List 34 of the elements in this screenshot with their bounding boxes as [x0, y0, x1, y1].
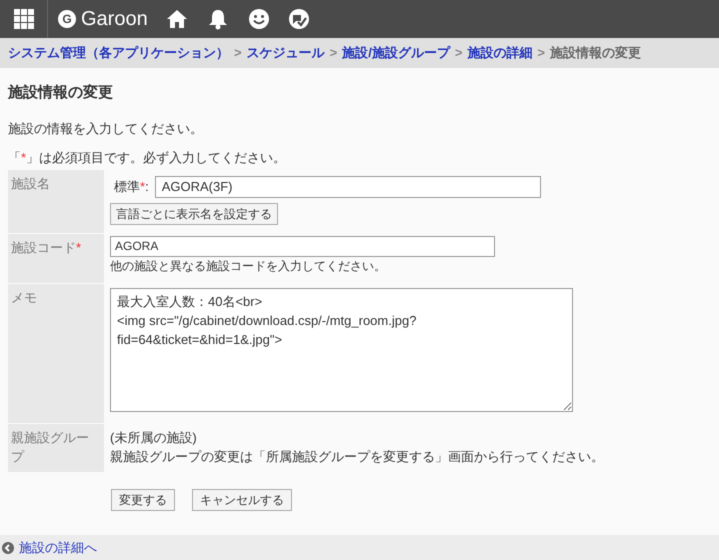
field-label: 親施設グループ	[11, 430, 89, 464]
sub-label: 標準*:	[114, 178, 149, 196]
breadcrumb-link[interactable]: システム管理（各アプリケーション）	[8, 43, 229, 63]
intro-text: 施設の情報を入力してください。	[8, 120, 204, 138]
bell-icon[interactable]	[208, 8, 228, 30]
breadcrumb-link[interactable]: 施設/施設グループ	[342, 43, 450, 63]
breadcrumb-separator: >	[234, 44, 242, 62]
breadcrumb-link[interactable]: 施設の詳細	[467, 43, 532, 63]
parent-group-note: 親施設グループの変更は「所属施設グループを変更する」画面から行ってください。	[110, 448, 604, 466]
page-title: 施設情報の変更	[8, 83, 114, 103]
form-button[interactable]: キャンセルする	[192, 488, 292, 510]
memo-textarea[interactable]: 最大入室人数：40名<br> <img src="/g/cabinet/download.csp/-/mtg_room.jpg?fid=64&ticket=&hid=1&.jpg">	[110, 288, 573, 412]
name-input[interactable]: AGORA(3F)	[154, 176, 541, 198]
breadcrumb-current: 施設情報の変更	[550, 44, 641, 62]
app-grid-icon[interactable]	[14, 9, 34, 29]
required-note: 「*」は必須項目です。必ず入力してください。	[8, 149, 288, 167]
field-label: 施設コード*	[11, 240, 82, 254]
code-hint: 他の施設と異なる施設コードを入力してください。	[110, 258, 387, 274]
logo[interactable]: Garoon	[81, 4, 148, 34]
language-names-button[interactable]: 言語ごとに表示名を設定する	[110, 202, 278, 224]
breadcrumb-link[interactable]: スケジュール	[246, 43, 325, 63]
code-input[interactable]: AGORA	[110, 236, 495, 256]
home-icon[interactable]	[166, 8, 188, 30]
back-link[interactable]: 施設の詳細へ	[19, 538, 97, 558]
parent-group-value: (未所属の施設)	[110, 428, 198, 446]
breadcrumb-separator: >	[330, 44, 338, 62]
form-button[interactable]: 変更する	[111, 488, 175, 510]
smiley-icon[interactable]	[248, 8, 270, 30]
field-label: 施設名	[11, 176, 50, 190]
breadcrumb-separator: >	[537, 44, 545, 62]
chat-check-icon[interactable]	[288, 8, 310, 30]
breadcrumb-separator: >	[454, 44, 462, 62]
field-label: メモ	[11, 290, 37, 304]
logo-icon: G	[58, 10, 76, 28]
